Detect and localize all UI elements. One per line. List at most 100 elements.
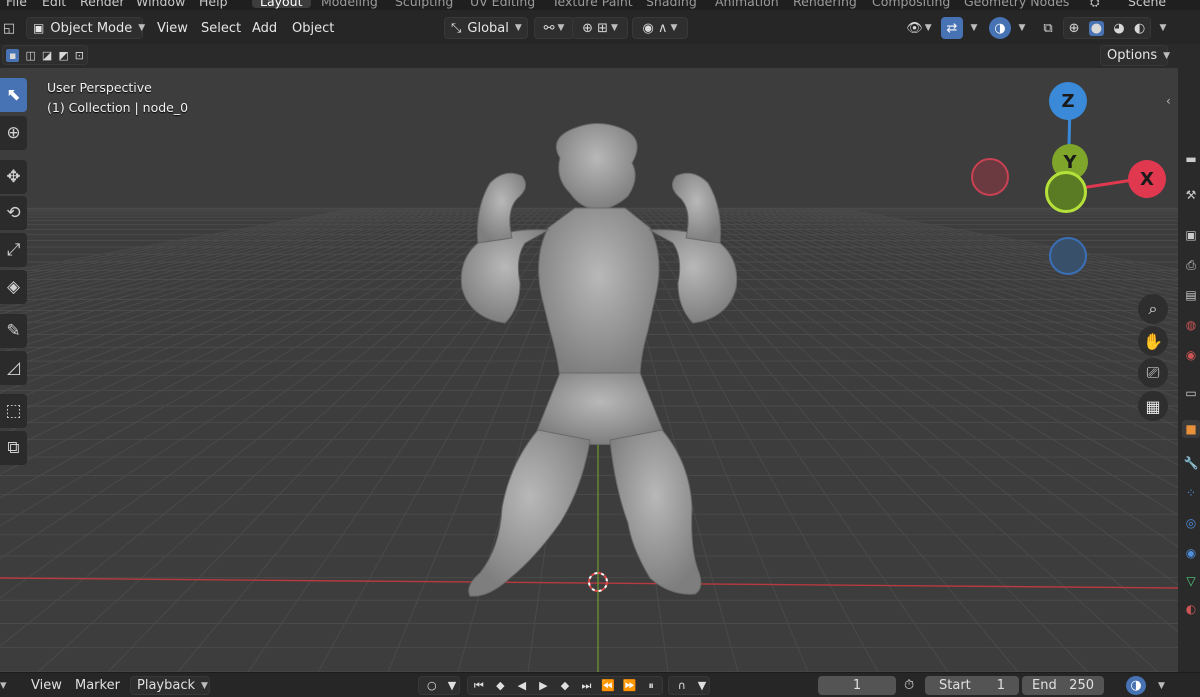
sidebar-toggle-icon[interactable]: ‹ — [1166, 94, 1171, 108]
tool-properties-icon[interactable]: ▬ — [1182, 150, 1200, 168]
options-dropdown[interactable]: Options ▼ — [1100, 45, 1170, 66]
view-layer-icon[interactable]: ▤ — [1182, 286, 1200, 304]
tab-uv-editing[interactable]: UV Editing — [470, 0, 535, 9]
mode-dropdown[interactable]: ▣ Object Mode ▼ — [26, 17, 145, 39]
visibility-eye-icon[interactable]: 👁 ▼ — [903, 17, 935, 39]
tab-texture-paint[interactable]: Texture Paint — [552, 0, 633, 9]
chevron-down-icon[interactable]: ▼ — [1152, 676, 1166, 695]
tool-settings-icon[interactable]: ⚒ — [1182, 186, 1200, 204]
zoom-icon[interactable]: ⌕ — [1138, 294, 1168, 324]
keying-toggle[interactable]: ○ ▼ — [418, 676, 460, 695]
tab-compositing[interactable]: Compositing — [872, 0, 950, 9]
pivot-point-dropdown[interactable]: ⚯ ▼ — [534, 17, 574, 39]
camera-view-icon[interactable]: ⎚ — [1138, 358, 1168, 388]
tab-shading[interactable]: Shading — [646, 0, 697, 9]
negative-y-axis-handle[interactable] — [1045, 171, 1087, 213]
next-frame-icon[interactable]: ⏩ — [620, 679, 640, 692]
menu-render[interactable]: Render — [80, 0, 125, 9]
end-frame-field[interactable]: End 250 — [1022, 676, 1104, 695]
world-properties-icon[interactable]: ◉ — [1182, 346, 1200, 364]
prev-keyframe-icon[interactable]: ◆ — [490, 679, 510, 692]
tab-layout[interactable]: Layout — [252, 0, 311, 9]
play-icon[interactable]: ▶ — [533, 679, 553, 692]
annotate-tool-icon[interactable]: ✎ — [0, 314, 27, 348]
proportional-editing[interactable]: ◉ ∧ ▼ — [632, 17, 688, 39]
material-properties-icon[interactable]: ◐ — [1182, 600, 1200, 618]
object-properties-icon[interactable]: ■ — [1182, 420, 1200, 438]
editor-type-icon[interactable]: ◱ — [0, 17, 18, 39]
negative-z-axis-handle[interactable] — [1049, 237, 1087, 275]
select-invert-icon[interactable]: ◩ — [58, 49, 68, 62]
timeline-menu-view[interactable]: View — [31, 676, 62, 695]
start-frame-field[interactable]: Start 1 — [925, 676, 1019, 695]
gizmo-toggle-icon[interactable]: ⇄ — [941, 17, 963, 39]
current-frame-field[interactable]: 1 — [818, 676, 896, 695]
chevron-down-icon[interactable]: ▼ — [1152, 17, 1168, 39]
loop-icon[interactable]: ⏸ — [641, 679, 661, 693]
add-extras-tool-icon[interactable]: ⧉ — [0, 431, 27, 465]
scene-name[interactable]: Scene — [1128, 0, 1166, 9]
x-axis-handle[interactable]: X — [1128, 160, 1166, 198]
scene-icon[interactable]: ⛭ — [1090, 0, 1100, 10]
overlays-icon[interactable]: ◑ — [1126, 676, 1146, 695]
chevron-down-icon[interactable]: ▼ — [963, 17, 979, 39]
select-new-icon[interactable]: ▪ — [6, 48, 20, 62]
stopwatch-icon[interactable]: ⏱ — [904, 676, 920, 695]
overlays-icon[interactable]: ◑ — [989, 17, 1011, 39]
add-cube-tool-icon[interactable]: ⬚ — [0, 394, 27, 428]
tab-modeling[interactable]: Modeling — [321, 0, 378, 9]
playback-dropdown[interactable]: Playback ▼ — [130, 676, 210, 695]
editor-type-icon[interactable]: ▾ — [0, 676, 18, 695]
data-properties-icon[interactable]: ▽ — [1182, 572, 1200, 590]
tab-animation[interactable]: Animation — [715, 0, 779, 9]
3d-viewport[interactable]: User Perspective (1) Collection | node_0… — [0, 68, 1178, 672]
rendered-shading-icon[interactable]: ◐ — [1134, 21, 1145, 36]
menu-window[interactable]: Window — [136, 0, 185, 9]
select-intersect-icon[interactable]: ⊡ — [75, 49, 84, 62]
timeline-menu-marker[interactable]: Marker — [75, 676, 120, 695]
select-subtract-icon[interactable]: ◪ — [42, 49, 52, 62]
move-tool-icon[interactable]: ✥ — [0, 160, 27, 194]
scale-tool-icon[interactable]: ⤢ — [0, 233, 27, 267]
z-axis-handle[interactable]: Z — [1049, 82, 1087, 120]
select-box-tool-icon[interactable]: ⬉ — [0, 78, 27, 112]
measure-tool-icon[interactable]: ◿ — [0, 351, 27, 385]
menu-object[interactable]: Object — [292, 17, 334, 39]
snap-toggle[interactable]: ⊕ ⊞ ▼ — [572, 17, 628, 39]
tab-sculpting[interactable]: Sculpting — [395, 0, 453, 9]
rotate-tool-icon[interactable]: ⟲ — [0, 196, 27, 230]
auto-keying-dropdown[interactable]: ∩ ▼ — [668, 676, 710, 695]
negative-x-axis-handle[interactable] — [971, 158, 1009, 196]
physics-properties-icon[interactable]: ◎ — [1182, 514, 1200, 532]
play-reverse-icon[interactable]: ◀ — [512, 679, 532, 692]
jump-end-icon[interactable]: ⏭ — [577, 679, 597, 693]
solid-shading-icon[interactable]: ● — [1088, 20, 1105, 36]
chevron-down-icon[interactable]: ▼ — [1011, 17, 1027, 39]
pan-hand-icon[interactable]: ✋ — [1138, 326, 1168, 356]
scene-properties-icon[interactable]: ◍ — [1182, 316, 1200, 334]
transform-orientation-dropdown[interactable]: ⤡ Global ▼ — [444, 17, 528, 39]
render-properties-icon[interactable]: ▣ — [1182, 226, 1200, 244]
collection-properties-icon[interactable]: ▭ — [1182, 384, 1200, 402]
prev-frame-icon[interactable]: ⏪ — [598, 679, 618, 692]
cursor-tool-icon[interactable]: ⊕ — [0, 116, 27, 150]
particles-properties-icon[interactable]: ⁘ — [1182, 484, 1200, 502]
tab-geometry-nodes[interactable]: Geometry Nodes — [964, 0, 1069, 9]
menu-file[interactable]: File — [6, 0, 27, 9]
xray-toggle-icon[interactable]: ⧉ — [1037, 17, 1059, 39]
menu-select[interactable]: Select — [201, 17, 241, 39]
next-keyframe-icon[interactable]: ◆ — [555, 679, 575, 692]
material-shading-icon[interactable]: ◕ — [1113, 21, 1124, 36]
menu-view[interactable]: View — [157, 17, 188, 39]
output-properties-icon[interactable]: ⎙ — [1182, 256, 1200, 274]
constraints-properties-icon[interactable]: ◉ — [1182, 544, 1200, 562]
jump-start-icon[interactable]: ⏮ — [469, 679, 489, 693]
menu-help[interactable]: Help — [199, 0, 228, 9]
modifier-properties-icon[interactable]: 🔧 — [1182, 454, 1200, 472]
menu-add[interactable]: Add — [252, 17, 277, 39]
tab-rendering[interactable]: Rendering — [793, 0, 857, 9]
menu-edit[interactable]: Edit — [42, 0, 66, 9]
transform-tool-icon[interactable]: ◈ — [0, 270, 27, 304]
select-extend-icon[interactable]: ◫ — [25, 49, 35, 62]
perspective-grid-icon[interactable]: ▦ — [1138, 391, 1168, 421]
